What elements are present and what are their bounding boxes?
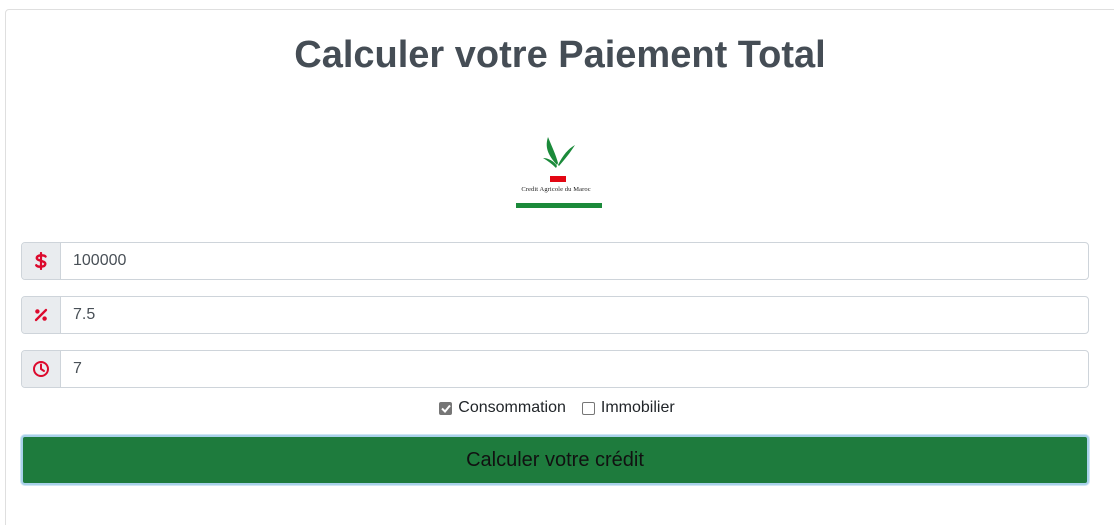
immobilier-option[interactable]: Immobilier — [581, 399, 675, 417]
dollar-icon — [35, 252, 47, 270]
page-title: Calculer votre Paiement Total — [294, 34, 826, 76]
consommation-label: Consommation — [458, 399, 566, 416]
logo-text: Credit Agricole du Maroc — [521, 186, 591, 193]
credit-type-options: Consommation Immobilier — [0, 399, 1114, 417]
consommation-checkbox[interactable] — [439, 401, 453, 415]
immobilier-checkbox[interactable] — [581, 401, 595, 415]
percent-icon — [34, 308, 48, 322]
immobilier-label: Immobilier — [600, 399, 675, 416]
bank-logo: Credit Agricole du Maroc — [510, 125, 602, 211]
rate-addon — [22, 297, 61, 333]
calculate-button[interactable]: Calculer votre crédit — [21, 435, 1089, 485]
duration-input-group — [21, 350, 1089, 388]
clock-icon — [33, 361, 49, 377]
amount-addon — [22, 243, 61, 279]
duration-field[interactable] — [61, 351, 1088, 387]
amount-input-group — [21, 242, 1089, 280]
leaf-logo-icon — [516, 137, 602, 208]
consommation-option[interactable]: Consommation — [439, 399, 566, 417]
rate-input-group — [21, 296, 1089, 334]
checkmark-icon — [441, 404, 451, 413]
duration-addon — [22, 351, 61, 387]
amount-field[interactable] — [61, 243, 1088, 279]
rate-field[interactable] — [61, 297, 1088, 333]
